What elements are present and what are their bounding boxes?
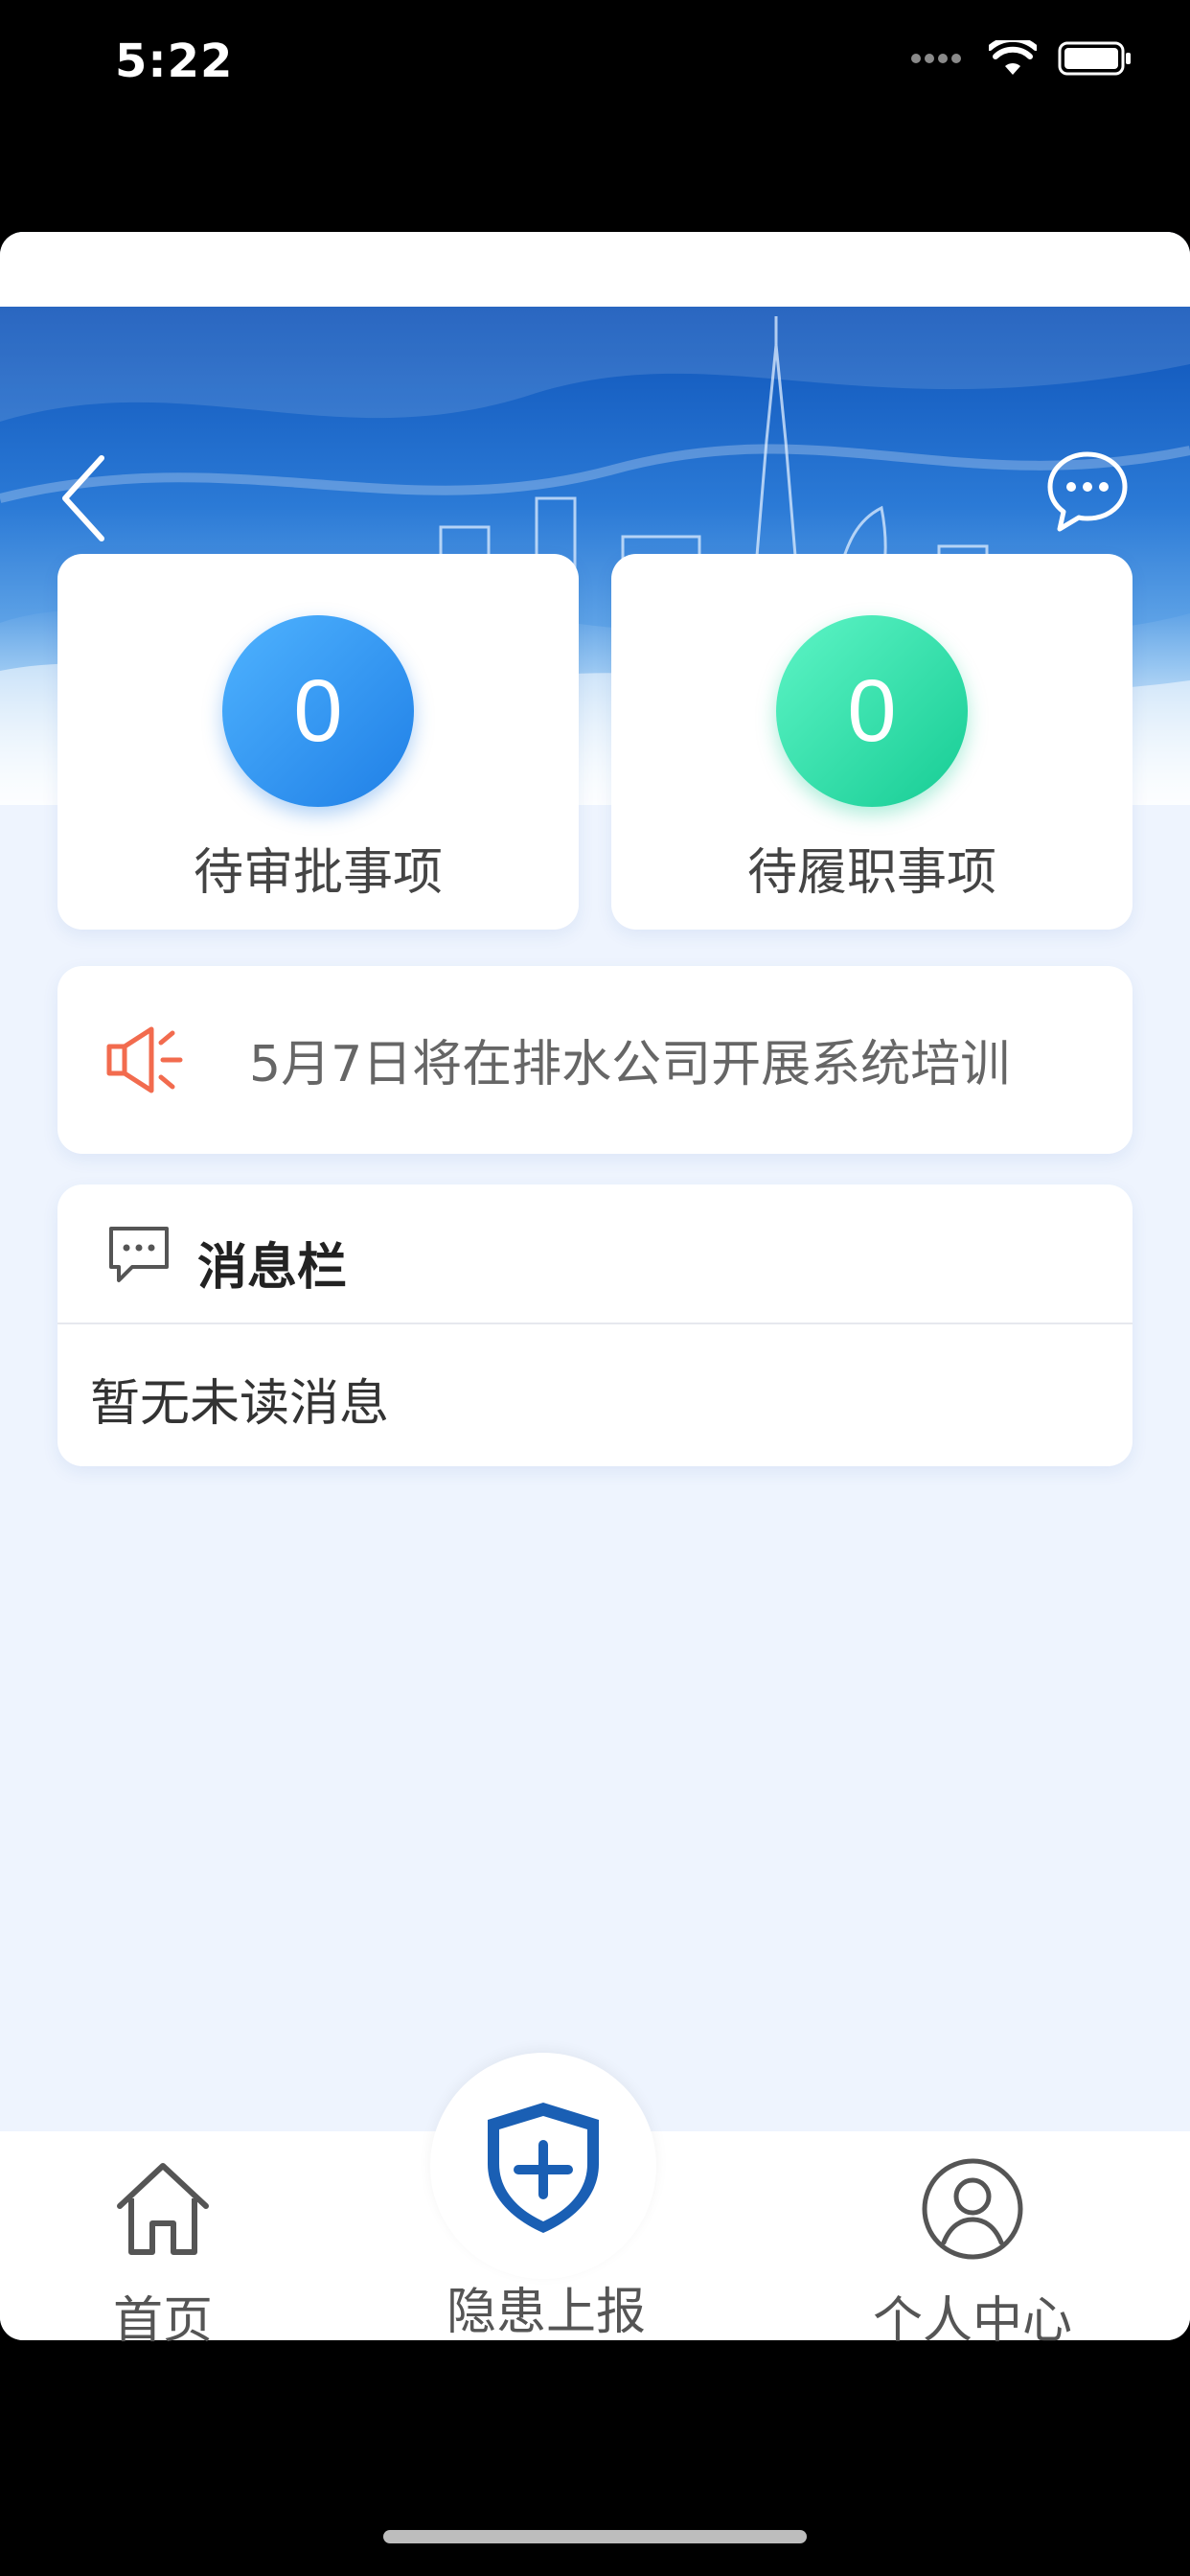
pending-approval-count: 0 xyxy=(222,615,414,807)
pending-duty-label: 待履职事项 xyxy=(746,844,996,902)
tab-home[interactable]: 首页 xyxy=(96,2156,230,2352)
message-icon xyxy=(109,1227,169,1282)
tab-report[interactable] xyxy=(476,2095,610,2251)
chevron-left-icon xyxy=(62,455,104,541)
pending-approval-card[interactable]: 0 待审批事项 xyxy=(57,554,579,930)
notice-text: 5月7日将在排水公司开展系统培训 xyxy=(249,1036,1011,1093)
pending-duty-card[interactable]: 0 待履职事项 xyxy=(611,554,1133,930)
app-screen: 0 待审批事项 0 待履职事项 5月7日将在排水公司开展系统培训 消息栏 暂无未… xyxy=(0,232,1190,2340)
notice-banner[interactable]: 5月7日将在排水公司开展系统培训 xyxy=(57,966,1133,1154)
pending-approval-label: 待审批事项 xyxy=(193,844,443,902)
status-time: 5:22 xyxy=(115,34,234,88)
tab-profile[interactable]: 个人中心 xyxy=(843,2156,1102,2352)
signal-icon xyxy=(911,54,961,63)
user-circle-icon xyxy=(922,2158,1023,2260)
message-panel-title: 消息栏 xyxy=(197,1239,348,1297)
megaphone-icon xyxy=(106,1026,183,1093)
tab-report-label: 隐患上报 xyxy=(446,2284,646,2341)
shield-plus-icon xyxy=(488,2103,599,2233)
battery-icon xyxy=(1058,41,1131,76)
pending-duty-count: 0 xyxy=(776,615,968,807)
back-button[interactable] xyxy=(57,450,115,546)
status-icons xyxy=(910,40,1133,77)
tab-profile-label: 个人中心 xyxy=(872,2292,1072,2350)
empty-message-text: 暂无未读消息 xyxy=(90,1375,390,1433)
message-panel-header: 消息栏 xyxy=(57,1184,1133,1324)
chat-bubble-icon xyxy=(1047,451,1128,532)
message-panel: 消息栏 暂无未读消息 xyxy=(57,1184,1133,1466)
home-icon xyxy=(117,2163,209,2255)
tab-home-label: 首页 xyxy=(112,2292,213,2350)
top-strip xyxy=(0,232,1190,307)
messages-button[interactable] xyxy=(1044,448,1131,535)
home-indicator xyxy=(383,2530,807,2543)
wifi-icon xyxy=(989,40,1037,75)
status-bar: 5:22 xyxy=(0,0,1190,134)
